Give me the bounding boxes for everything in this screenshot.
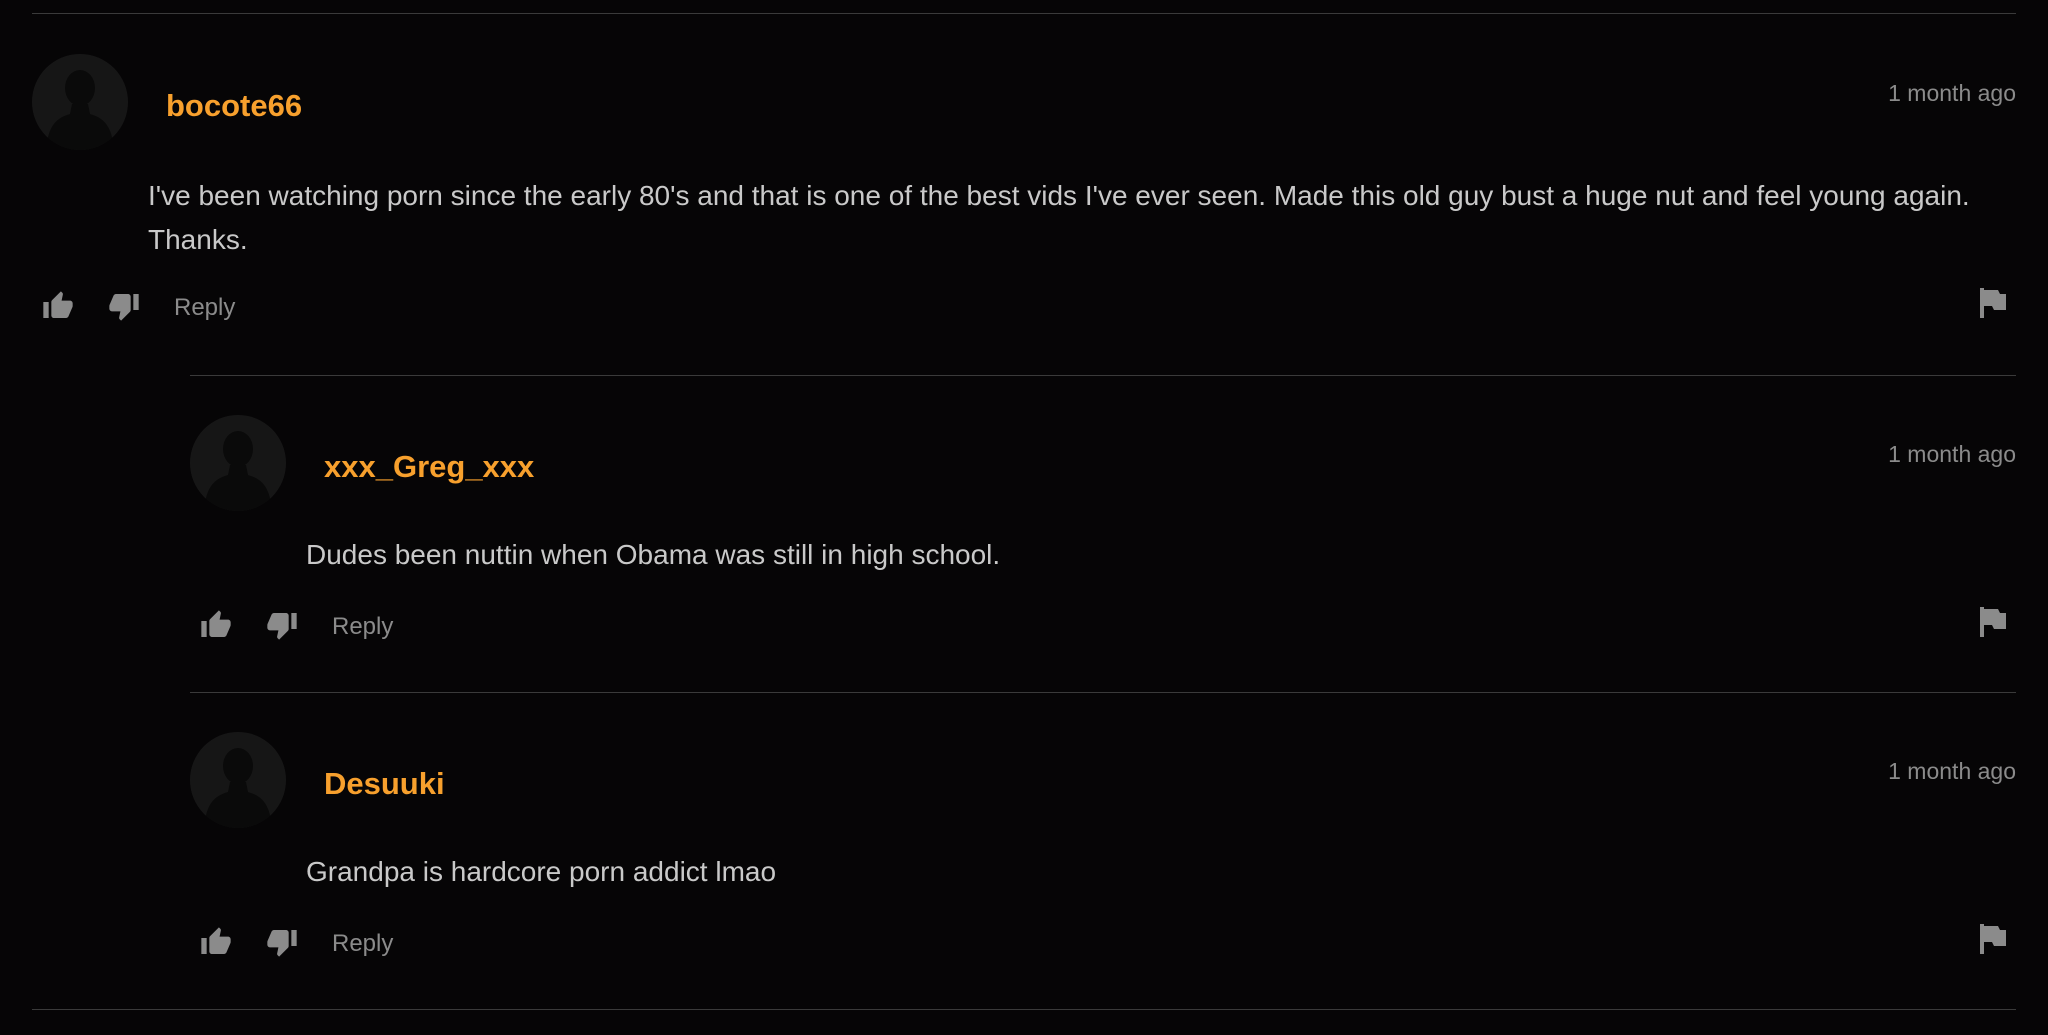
divider: [32, 13, 2016, 14]
reply-button[interactable]: Reply: [332, 613, 393, 641]
like-button[interactable]: [200, 926, 232, 958]
flag-icon: [1980, 288, 2006, 318]
thumbs-down-icon: [267, 930, 297, 957]
user-silhouette-icon: [32, 54, 128, 150]
avatar[interactable]: [190, 415, 286, 511]
comment-actions: Reply: [190, 607, 2016, 649]
username[interactable]: bocote66: [166, 88, 302, 124]
divider: [190, 692, 2016, 693]
thumbs-up-icon: [201, 927, 231, 954]
comment-actions: Reply: [32, 288, 2016, 330]
timestamp: 1 month ago: [1888, 758, 2016, 784]
like-button[interactable]: [200, 609, 232, 641]
reply-button[interactable]: Reply: [332, 930, 393, 958]
reply-comment: xxx_Greg_xxx 1 month ago Dudes been nutt…: [190, 415, 2016, 655]
avatar[interactable]: [190, 732, 286, 828]
divider: [190, 375, 2016, 376]
dislike-button[interactable]: [266, 926, 298, 958]
flag-button[interactable]: [1978, 924, 2006, 954]
thumbs-down-icon: [109, 294, 139, 321]
flag-icon: [1980, 924, 2006, 954]
flag-button[interactable]: [1978, 288, 2006, 318]
timestamp: 1 month ago: [1888, 80, 2016, 106]
comment: bocote66 1 month ago I've been watching …: [32, 54, 2016, 334]
reply-comment: Desuuki 1 month ago Grandpa is hardcore …: [190, 732, 2016, 972]
like-button[interactable]: [42, 290, 74, 322]
thumbs-up-icon: [201, 610, 231, 637]
divider: [32, 1009, 2016, 1010]
flag-icon: [1980, 607, 2006, 637]
comment-actions: Reply: [190, 924, 2016, 966]
username[interactable]: Desuuki: [324, 766, 445, 802]
comment-text: I've been watching porn since the early …: [148, 180, 1970, 255]
thumbs-up-icon: [43, 291, 73, 318]
comment-text: Grandpa is hardcore porn addict lmao: [306, 856, 777, 887]
dislike-button[interactable]: [266, 609, 298, 641]
dislike-button[interactable]: [108, 290, 140, 322]
timestamp: 1 month ago: [1888, 441, 2016, 467]
flag-button[interactable]: [1978, 607, 2006, 637]
user-silhouette-icon: [190, 415, 286, 511]
avatar[interactable]: [32, 54, 128, 150]
reply-button[interactable]: Reply: [174, 294, 235, 322]
comment-thread: bocote66 1 month ago I've been watching …: [0, 0, 2048, 1035]
comment-text: Dudes been nuttin when Obama was still i…: [306, 539, 1001, 570]
thumbs-down-icon: [267, 613, 297, 640]
username[interactable]: xxx_Greg_xxx: [324, 449, 534, 485]
user-silhouette-icon: [190, 732, 286, 828]
